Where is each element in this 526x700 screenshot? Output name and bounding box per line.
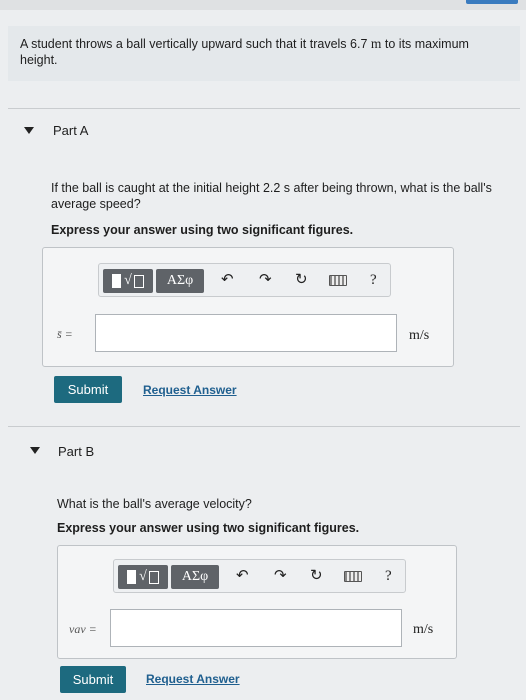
part-b-question: What is the ball's average velocity? (57, 497, 252, 511)
symbols-button[interactable]: ΑΣφ (156, 269, 204, 293)
part-b-header[interactable]: Part B (8, 431, 520, 471)
part-a-submit-button[interactable]: Submit (54, 376, 122, 403)
problem-unit: m (370, 36, 382, 51)
part-a-answer-input[interactable] (95, 314, 397, 352)
part-b-answer-box: √ ΑΣφ ↶ ↷ ↻ ? vav = m/s (57, 545, 457, 659)
part-b-variable-label: vav = (69, 622, 97, 636)
part-a-unit: m/s (409, 328, 430, 343)
problem-text: A student throws a ball vertically upwar… (20, 37, 368, 51)
part-b-instruction: Express your answer using two significan… (57, 521, 360, 535)
caret-down-icon[interactable] (24, 127, 34, 134)
help-button[interactable]: ? (385, 568, 392, 584)
divider (8, 108, 520, 109)
part-b-title: Part B (58, 444, 95, 459)
math-toolbar: √ ΑΣφ ↶ ↷ ↻ ? (113, 559, 406, 593)
part-a-answer-box: √ ΑΣφ ↶ ↷ ↻ ? s̄ = m/s (42, 247, 454, 367)
part-a-title: Part A (53, 123, 89, 138)
part-a-header[interactable]: Part A (8, 112, 520, 152)
templates-button[interactable]: √ (118, 565, 168, 589)
part-b-request-answer-link[interactable]: Request Answer (146, 672, 240, 686)
part-a-question: If the ball is caught at the initial hei… (51, 181, 492, 211)
help-button[interactable]: ? (370, 272, 377, 288)
undo-icon[interactable]: ↶ (221, 272, 234, 288)
keyboard-icon[interactable] (329, 275, 347, 286)
caret-down-icon[interactable] (30, 447, 40, 454)
symbols-button[interactable]: ΑΣφ (171, 565, 219, 589)
undo-icon[interactable]: ↶ (236, 568, 249, 584)
part-b-submit-button[interactable]: Submit (60, 666, 126, 693)
top-bar (0, 0, 526, 10)
redo-icon[interactable]: ↷ (259, 272, 272, 288)
redo-icon[interactable]: ↷ (274, 568, 287, 584)
part-a-variable-label: s̄ = (57, 327, 73, 341)
divider (8, 426, 520, 427)
review-button[interactable] (466, 0, 518, 4)
part-b-answer-input[interactable] (110, 609, 402, 647)
keyboard-icon[interactable] (344, 571, 362, 582)
math-toolbar: √ ΑΣφ ↶ ↷ ↻ ? (98, 263, 391, 297)
reset-icon[interactable]: ↻ (295, 272, 308, 288)
templates-button[interactable]: √ (103, 269, 153, 293)
part-a-request-answer-link[interactable]: Request Answer (143, 383, 237, 397)
part-b-unit: m/s (413, 622, 434, 637)
reset-icon[interactable]: ↻ (310, 568, 323, 584)
problem-statement: A student throws a ball vertically upwar… (8, 26, 520, 81)
part-a-instruction: Express your answer using two significan… (51, 223, 354, 237)
